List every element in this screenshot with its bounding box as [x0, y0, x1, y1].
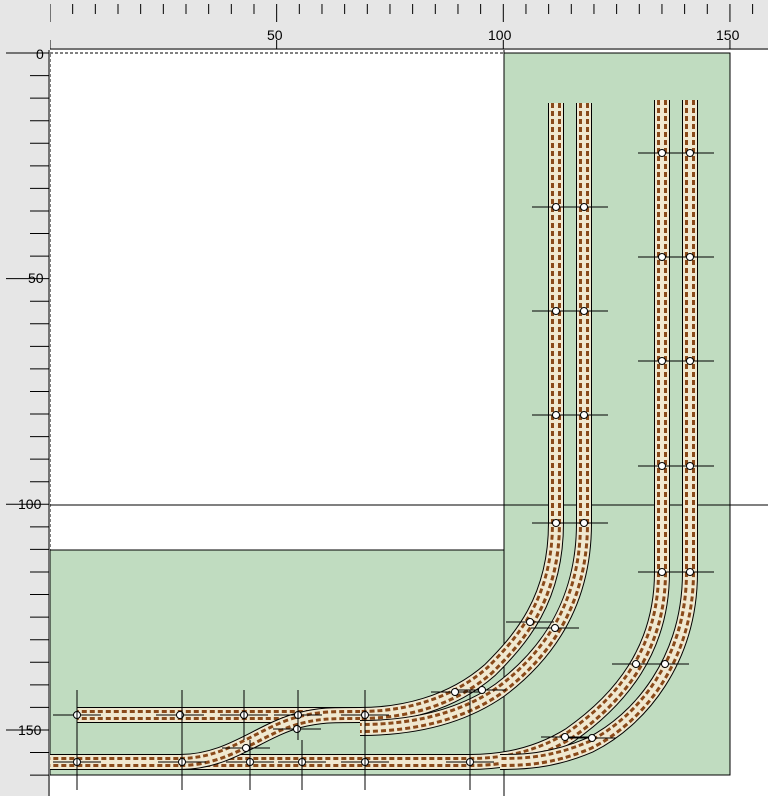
- track-joiner[interactable]: [552, 519, 560, 527]
- track-joiner[interactable]: [561, 733, 569, 741]
- top-ruler-label-150: 150: [716, 27, 740, 43]
- track-joiner[interactable]: [551, 624, 559, 632]
- top-ruler-ticks: [49, 4, 768, 50]
- left-ruler-ticks: [6, 50, 50, 796]
- track-joiner[interactable]: [658, 568, 666, 576]
- track-joiner[interactable]: [686, 357, 694, 365]
- track-layout-drawing[interactable]: [50, 50, 768, 796]
- track-joiner[interactable]: [658, 462, 666, 470]
- track-joiner[interactable]: [580, 307, 588, 315]
- track-joiner[interactable]: [293, 725, 301, 733]
- track-joiner[interactable]: [686, 462, 694, 470]
- track-joiner[interactable]: [658, 253, 666, 261]
- layout-canvas[interactable]: [50, 50, 768, 796]
- track-joiner[interactable]: [580, 519, 588, 527]
- left-ruler-label-0: 0: [36, 46, 44, 62]
- track-joiner[interactable]: [552, 307, 560, 315]
- left-ruler[interactable]: 0 50 100 150: [0, 0, 50, 796]
- track-joiner[interactable]: [526, 618, 534, 626]
- track-joiner[interactable]: [451, 688, 459, 696]
- track-joiner[interactable]: [580, 411, 588, 419]
- track-joiner[interactable]: [588, 734, 596, 742]
- top-ruler-label-100: 100: [488, 27, 512, 43]
- track-joiner[interactable]: [686, 253, 694, 261]
- track-joiner[interactable]: [686, 149, 694, 157]
- track-joiner[interactable]: [552, 411, 560, 419]
- horizontal-baseboard[interactable]: [50, 549, 505, 776]
- left-ruler-label-50: 50: [28, 270, 44, 286]
- track-joiner[interactable]: [242, 744, 250, 752]
- top-ruler[interactable]: 0 50 100 150: [0, 0, 768, 50]
- track-joiner[interactable]: [661, 660, 669, 668]
- track-joiner[interactable]: [632, 660, 640, 668]
- track-joiner[interactable]: [552, 203, 560, 211]
- track-joiner[interactable]: [658, 149, 666, 157]
- track-joiner[interactable]: [658, 357, 666, 365]
- track-joiner[interactable]: [478, 686, 486, 694]
- left-ruler-label-100: 100: [18, 496, 42, 512]
- top-ruler-label-50: 50: [267, 27, 283, 43]
- left-ruler-label-150: 150: [18, 722, 42, 738]
- track-joiner[interactable]: [580, 203, 588, 211]
- track-joiner[interactable]: [686, 568, 694, 576]
